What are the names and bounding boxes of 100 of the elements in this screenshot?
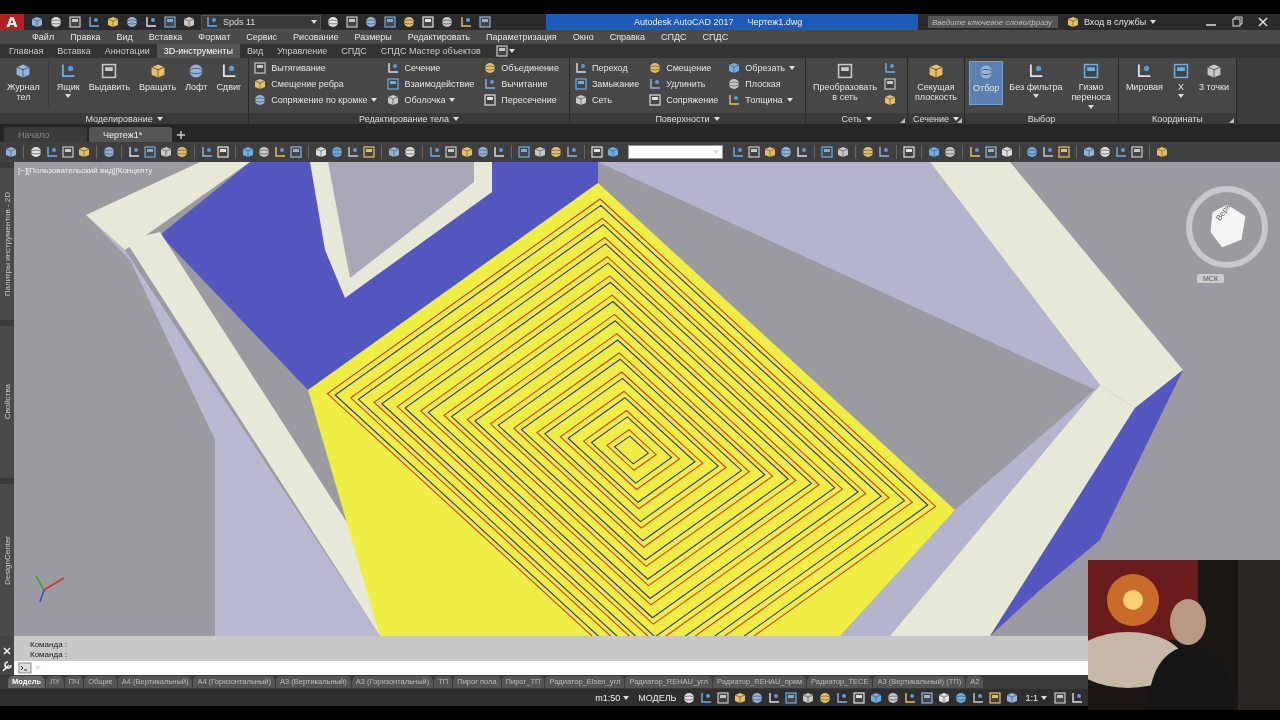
menu-item[interactable]: Рисование [285,32,347,42]
ribbon-tab[interactable]: 3D-инструменты [156,44,240,58]
ribbon-tool-link[interactable]: Оболочка [404,94,446,105]
annotation-scale-dropdown[interactable]: 1:1 [1022,692,1050,703]
box-icon[interactable] [314,145,328,159]
caret-icon[interactable] [371,97,378,102]
axes-icon[interactable] [699,690,714,705]
window-icon[interactable] [494,44,509,58]
palette-tab[interactable]: Свойства [2,384,12,420]
sphere-icon[interactable] [954,690,969,705]
sphere-icon[interactable] [648,60,663,75]
axes-icon[interactable] [483,76,498,91]
sphere-icon[interactable] [1098,145,1112,159]
sphere-icon[interactable] [1025,145,1039,159]
window-icon[interactable] [984,145,998,159]
sphere-icon[interactable] [403,145,417,159]
ribbon-tool-link[interactable]: Толщина [745,94,783,105]
sphere-icon[interactable] [257,145,271,159]
ribbon-tool-link[interactable]: Сечение [404,62,441,73]
axes-icon[interactable] [459,15,473,29]
menu-item[interactable]: Формат [190,32,239,42]
box-icon[interactable] [182,15,196,29]
sphere-icon[interactable] [476,145,490,159]
menu-item[interactable]: Правка [62,32,109,42]
box-icon[interactable] [460,145,474,159]
window-icon[interactable] [289,145,303,159]
ribbon-tab[interactable]: Вид [239,44,271,58]
ribbon-button[interactable]: Сдвиг [213,61,245,105]
window-icon[interactable] [517,145,531,159]
window-icon[interactable] [988,690,1003,705]
ribbon-tab[interactable]: СПДС Мастер объектов [373,44,488,58]
window-icon[interactable] [483,92,498,107]
axes-icon[interactable] [1041,145,1055,159]
ribbon-tool-link[interactable]: Вытягивание [271,62,326,73]
ribbon-button[interactable]: Секущая плоскость [911,61,961,105]
caret-icon[interactable] [713,116,720,121]
window-icon[interactable] [1057,145,1071,159]
caret-icon[interactable] [789,65,796,70]
sphere-icon[interactable] [326,15,340,29]
window-icon[interactable] [383,15,397,29]
ribbon-button[interactable]: Без фильтра [1006,61,1066,105]
ribbon-tool-link[interactable]: Сеть [591,94,612,105]
box-icon[interactable] [1005,690,1020,705]
box-icon[interactable] [573,92,588,107]
sphere-icon[interactable] [818,690,833,705]
menu-item[interactable]: Вставка [140,32,191,42]
box-icon[interactable] [533,145,547,159]
caret-icon[interactable] [156,116,163,121]
ribbon-tab[interactable]: Управление [270,44,335,58]
ribbon-tool-link[interactable]: Сопряжение [666,94,719,105]
prompt-icon[interactable] [18,661,32,675]
restore-icon[interactable] [1230,15,1244,29]
menu-item[interactable]: Редактировать [399,32,478,42]
box-icon[interactable] [106,15,120,29]
caret-icon[interactable] [65,94,72,99]
sphere-icon[interactable] [750,690,765,705]
ribbon-tab[interactable]: Главная [2,44,51,58]
caret-icon[interactable] [311,20,317,24]
window-icon[interactable] [253,60,268,75]
axes-icon[interactable] [386,60,401,75]
sphere-icon[interactable] [886,690,901,705]
ribbon-tab[interactable]: СПДС [334,44,374,58]
sphere-icon[interactable] [483,60,498,75]
sphere-icon[interactable] [49,15,63,29]
ribbon-tool-link[interactable]: Обрезать [745,62,786,73]
ribbon-tool-link[interactable]: Взаимодействие [404,78,475,89]
window-icon[interactable] [648,92,663,107]
ribbon-button[interactable]: X [1169,61,1193,105]
box-icon[interactable] [30,15,44,29]
ribbon-button[interactable]: Мировая [1122,61,1166,105]
box-icon[interactable] [77,145,91,159]
ribbon-tool-link[interactable]: Объединение [501,62,559,73]
sphere-icon[interactable] [727,76,742,91]
axes-icon[interactable] [767,690,782,705]
window-icon[interactable] [1053,690,1067,705]
axes-icon[interactable] [971,690,986,705]
axes-icon[interactable] [45,145,59,159]
menu-item[interactable]: Файл [24,32,63,42]
workspace-dropdown[interactable]: Spds 11 [201,14,321,30]
caret-icon[interactable] [865,116,872,121]
box-icon[interactable] [1155,145,1169,159]
close-icon[interactable] [1256,15,1270,29]
axes-icon[interactable] [835,690,850,705]
caret-icon[interactable] [1032,94,1039,99]
ribbon-tool-link[interactable]: Пересечение [501,94,557,105]
ribbon-button[interactable]: Гизмо переноса [1068,61,1114,110]
sphere-icon[interactable] [102,145,116,159]
ribbon-button[interactable]: 3 точки [1196,61,1232,105]
box-icon[interactable] [241,145,255,159]
ribbon-button[interactable]: Ящик [53,61,83,105]
box-icon[interactable] [606,145,620,159]
box-icon[interactable] [1082,145,1096,159]
axes-icon[interactable] [877,145,891,159]
window-icon[interactable] [920,690,935,705]
document-tab[interactable]: Чертеж1* [89,127,172,142]
ribbon-tool-link[interactable]: Смещение [666,62,712,73]
search-field[interactable]: Введите ключевое слово/фразу [927,16,1058,28]
window-icon[interactable] [784,690,799,705]
axes-icon[interactable] [346,145,360,159]
ribbon-button[interactable]: Журнал тел [4,61,43,105]
